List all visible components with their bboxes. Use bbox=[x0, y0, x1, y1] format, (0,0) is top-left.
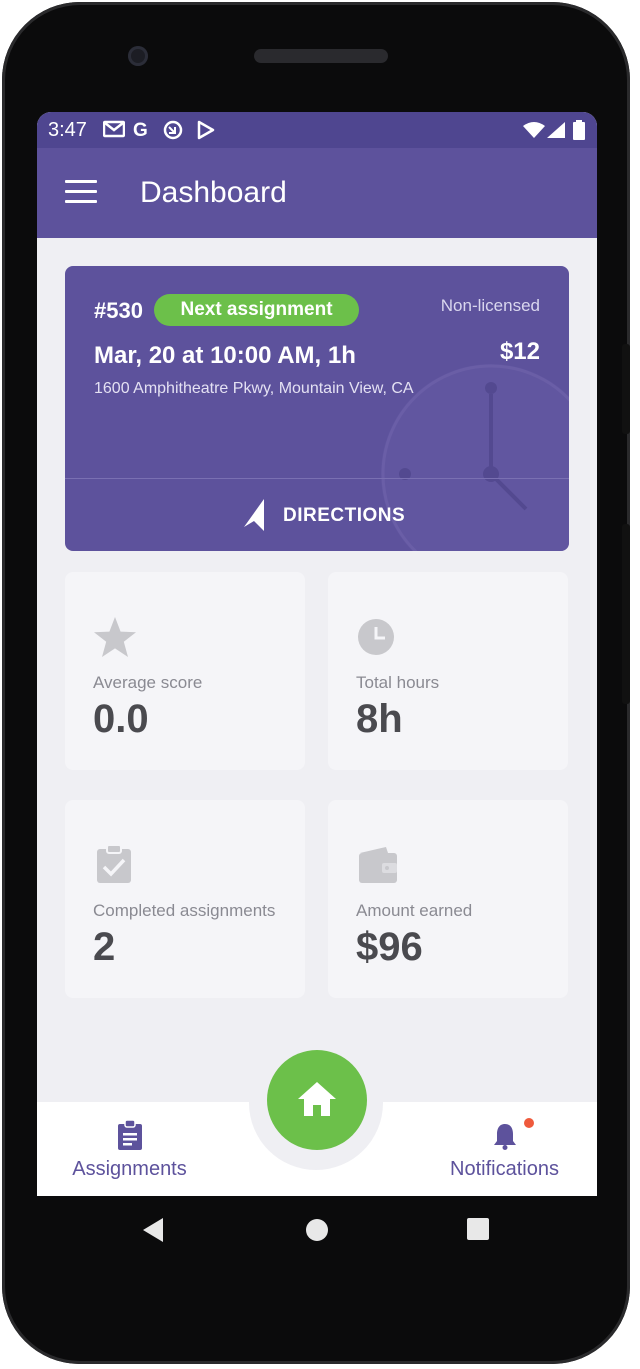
assignment-price: $12 bbox=[499, 338, 540, 365]
play-store-icon bbox=[197, 120, 215, 146]
hamburger-menu-icon[interactable] bbox=[65, 180, 97, 204]
status-bar: 3:47 G bbox=[37, 112, 597, 148]
power-button bbox=[622, 344, 630, 434]
system-navigation-bar bbox=[37, 1196, 597, 1266]
stat-value: 0.0 bbox=[93, 697, 149, 741]
stat-label: Completed assignments bbox=[93, 901, 276, 920]
clipboard-check-icon bbox=[97, 844, 131, 883]
status-time: 3:47 bbox=[48, 119, 87, 141]
stat-label: Total hours bbox=[356, 673, 440, 692]
tab-notifications[interactable]: Notifications bbox=[432, 1116, 577, 1196]
page-title: Dashboard bbox=[140, 176, 287, 209]
next-assignment-badge: Next assignment bbox=[154, 294, 359, 326]
directions-label: DIRECTIONS bbox=[283, 505, 406, 526]
front-camera bbox=[128, 46, 148, 66]
assignment-datetime: Mar, 20 at 10:00 AM, 1h bbox=[94, 342, 356, 369]
home-icon bbox=[298, 1082, 336, 1116]
google-icon: G bbox=[133, 120, 148, 141]
stat-label: Average score bbox=[93, 673, 203, 692]
tab-assignments-label: Assignments bbox=[72, 1158, 187, 1180]
gmail-icon bbox=[102, 120, 126, 144]
earpiece-speaker bbox=[254, 49, 388, 63]
stat-card-amount-earned[interactable]: Amount earned $96 bbox=[328, 800, 568, 998]
stat-card-completed-assignments[interactable]: Completed assignments 2 bbox=[65, 800, 305, 998]
bell-icon bbox=[494, 1124, 516, 1150]
home-system-icon[interactable] bbox=[305, 1218, 329, 1242]
signal-icon bbox=[547, 122, 565, 144]
back-icon[interactable] bbox=[143, 1218, 165, 1242]
clock-icon bbox=[358, 619, 394, 655]
assignments-icon bbox=[118, 1120, 142, 1150]
license-status: Non-licensed bbox=[440, 296, 540, 315]
stat-label: Amount earned bbox=[356, 901, 473, 920]
volume-button bbox=[622, 524, 630, 704]
assignment-number: #530 bbox=[94, 298, 143, 323]
assignment-address: 1600 Amphitheatre Pkwy, Mountain View, C… bbox=[94, 380, 414, 397]
screen: 3:47 G Dashboard #530 Next assignment No… bbox=[37, 112, 597, 1196]
star-icon bbox=[94, 617, 136, 657]
directions-button[interactable]: DIRECTIONS bbox=[65, 479, 569, 551]
tab-assignments[interactable]: Assignments bbox=[57, 1116, 202, 1196]
app-bar: Dashboard bbox=[37, 148, 597, 238]
wifi-icon bbox=[523, 122, 545, 144]
navigation-arrow-icon bbox=[244, 499, 264, 531]
next-assignment-card[interactable]: #530 Next assignment Non-licensed Mar, 2… bbox=[65, 266, 569, 551]
wallet-icon bbox=[359, 847, 397, 883]
recents-icon[interactable] bbox=[467, 1218, 489, 1240]
stat-card-average-score[interactable]: Average score 0.0 bbox=[65, 572, 305, 770]
stat-value: $96 bbox=[356, 925, 423, 969]
battery-icon bbox=[573, 120, 585, 146]
home-button[interactable] bbox=[267, 1050, 367, 1150]
tab-notifications-label: Notifications bbox=[450, 1158, 559, 1180]
notification-badge bbox=[524, 1118, 534, 1128]
stat-card-total-hours[interactable]: Total hours 8h bbox=[328, 572, 568, 770]
stat-value: 8h bbox=[356, 697, 403, 741]
sync-icon bbox=[163, 120, 183, 146]
stat-value: 2 bbox=[93, 925, 116, 969]
